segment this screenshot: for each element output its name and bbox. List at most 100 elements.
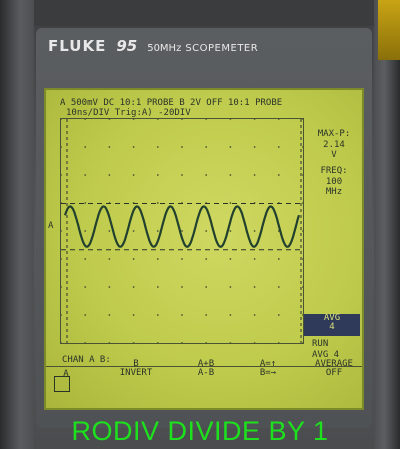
graticule-dot: [229, 342, 232, 344]
graticule-dot: [302, 258, 304, 260]
softkey-b-invert[interactable]: B INVERT: [110, 360, 162, 390]
graticule-dot: [84, 286, 87, 288]
graticule-dot: [181, 146, 183, 148]
device-branding: FLUKE 95 50MHz SCOPEMETER: [48, 36, 258, 56]
graticule-dot: [277, 146, 280, 148]
graticule-dot: [302, 342, 304, 344]
graticule-dot: [253, 118, 256, 120]
graticule-dot: [253, 314, 256, 316]
graticule-dot: [229, 286, 232, 288]
softkey-average-line2: OFF: [325, 368, 343, 378]
graticule-dot: [205, 314, 208, 316]
housing-left-edge: [0, 0, 34, 449]
max-p-label: MAX-P:: [317, 129, 351, 139]
graticule-dot: [108, 146, 111, 148]
avg-menu-selected[interactable]: AVG 4: [304, 314, 360, 336]
fluke-logo: FLUKE: [48, 37, 107, 55]
graticule-dot: [84, 230, 87, 232]
graticule-dot: [181, 174, 183, 176]
graticule-dot: [253, 342, 256, 344]
device-type-label: SCOPEMETER: [185, 43, 259, 54]
graticule-dot: [60, 174, 62, 176]
graticule-dot: [205, 230, 208, 232]
softkey-arrows-line2: B=→: [259, 368, 277, 378]
graticule-dot: [229, 258, 232, 260]
graticule-dot: [60, 342, 62, 344]
graticule-dot: [132, 146, 135, 148]
housing-top: [34, 0, 374, 26]
graticule-dot: [156, 342, 159, 344]
softkey-average-off[interactable]: AVERAGE OFF: [304, 360, 362, 390]
graticule-dot: [302, 174, 304, 176]
graticule-dot: [60, 314, 62, 316]
graticule-dot: [253, 286, 256, 288]
graticule-dot: [205, 342, 208, 344]
softkey-a[interactable]: A: [46, 370, 92, 400]
graticule-dot: [229, 146, 232, 148]
graticule-dot: [108, 286, 111, 288]
graticule-dot: [302, 118, 304, 120]
run-label[interactable]: RUN: [308, 340, 360, 349]
graticule-dot: [181, 314, 183, 316]
graticule-dot: [132, 230, 135, 232]
graticule-dot: [181, 230, 183, 232]
graticule-dot: [132, 314, 135, 316]
graticule-dot: [277, 286, 280, 288]
graticule-dot: [108, 342, 111, 344]
graticule-dot: [84, 174, 87, 176]
graticule-dot: [156, 230, 159, 232]
graticule-dot: [205, 146, 208, 148]
graticule-dot: [84, 314, 87, 316]
freq-label: FREQ:: [320, 166, 348, 176]
graticule-dot: [302, 146, 304, 148]
graticule-dot: [302, 202, 304, 204]
avg-selected-value: 4: [329, 322, 335, 332]
graticule-dot: [277, 118, 280, 120]
graticule-dot: [132, 174, 135, 176]
graticule-dot: [156, 146, 159, 148]
graticule-dot: [181, 118, 183, 120]
lcd-screen: A 500mV DC 10:1 PROBE B 2V OFF 10:1 PROB…: [44, 88, 364, 410]
freq-unit: MHz: [325, 187, 343, 197]
graticule-dot: [108, 118, 111, 120]
graticule-dot: [84, 146, 87, 148]
graticule-dot: [60, 286, 62, 288]
graticule-dot: [84, 118, 87, 120]
max-p-value: 2.14: [323, 140, 345, 150]
graticule-dot: [229, 118, 232, 120]
graticule-dot: [181, 342, 183, 344]
graticule-dot: [84, 258, 87, 260]
graticule-dot: [277, 258, 280, 260]
softkey-arrows[interactable]: A=↑ B=→: [242, 360, 294, 390]
photo-stage: FLUKE 95 50MHz SCOPEMETER A 500mV DC 10:1 P…: [0, 0, 400, 449]
graticule-dot: [132, 258, 135, 260]
softkey-sum-line2: A-B: [197, 368, 215, 378]
graticule-dot: [84, 342, 87, 344]
graticule-dot: [205, 258, 208, 260]
graticule-dot: [84, 202, 87, 204]
model-number: 95: [116, 37, 138, 55]
graticule-dot: [277, 342, 280, 344]
graticule-dot: [132, 342, 135, 344]
freq-value: 100: [325, 177, 343, 187]
graticule-dot: [253, 258, 256, 260]
graticule-dot: [205, 286, 208, 288]
graticule-dot: [253, 146, 256, 148]
graticule-dot: [253, 174, 256, 176]
graticule-dot: [156, 202, 159, 204]
graticule-dot: [108, 258, 111, 260]
graticule-dot: [229, 230, 232, 232]
softkey-a-plus-b[interactable]: A+B A-B: [180, 360, 232, 390]
graticule-dot: [60, 118, 62, 120]
graticule-dots: [60, 118, 304, 344]
graticule-dot: [229, 314, 232, 316]
graticule-dot: [108, 230, 111, 232]
softkey-bar: A B INVERT A+B A-B A=↑ B=→ AVERAGE OFF: [46, 360, 362, 400]
graticule-dot: [108, 314, 111, 316]
channel-a-marker: A: [48, 221, 54, 231]
graticule-dot: [156, 314, 159, 316]
graticule-dot: [156, 174, 159, 176]
graticule-dot: [302, 230, 304, 232]
chan-label: CHAN A B:: [62, 355, 111, 365]
graticule-dot: [205, 118, 208, 120]
